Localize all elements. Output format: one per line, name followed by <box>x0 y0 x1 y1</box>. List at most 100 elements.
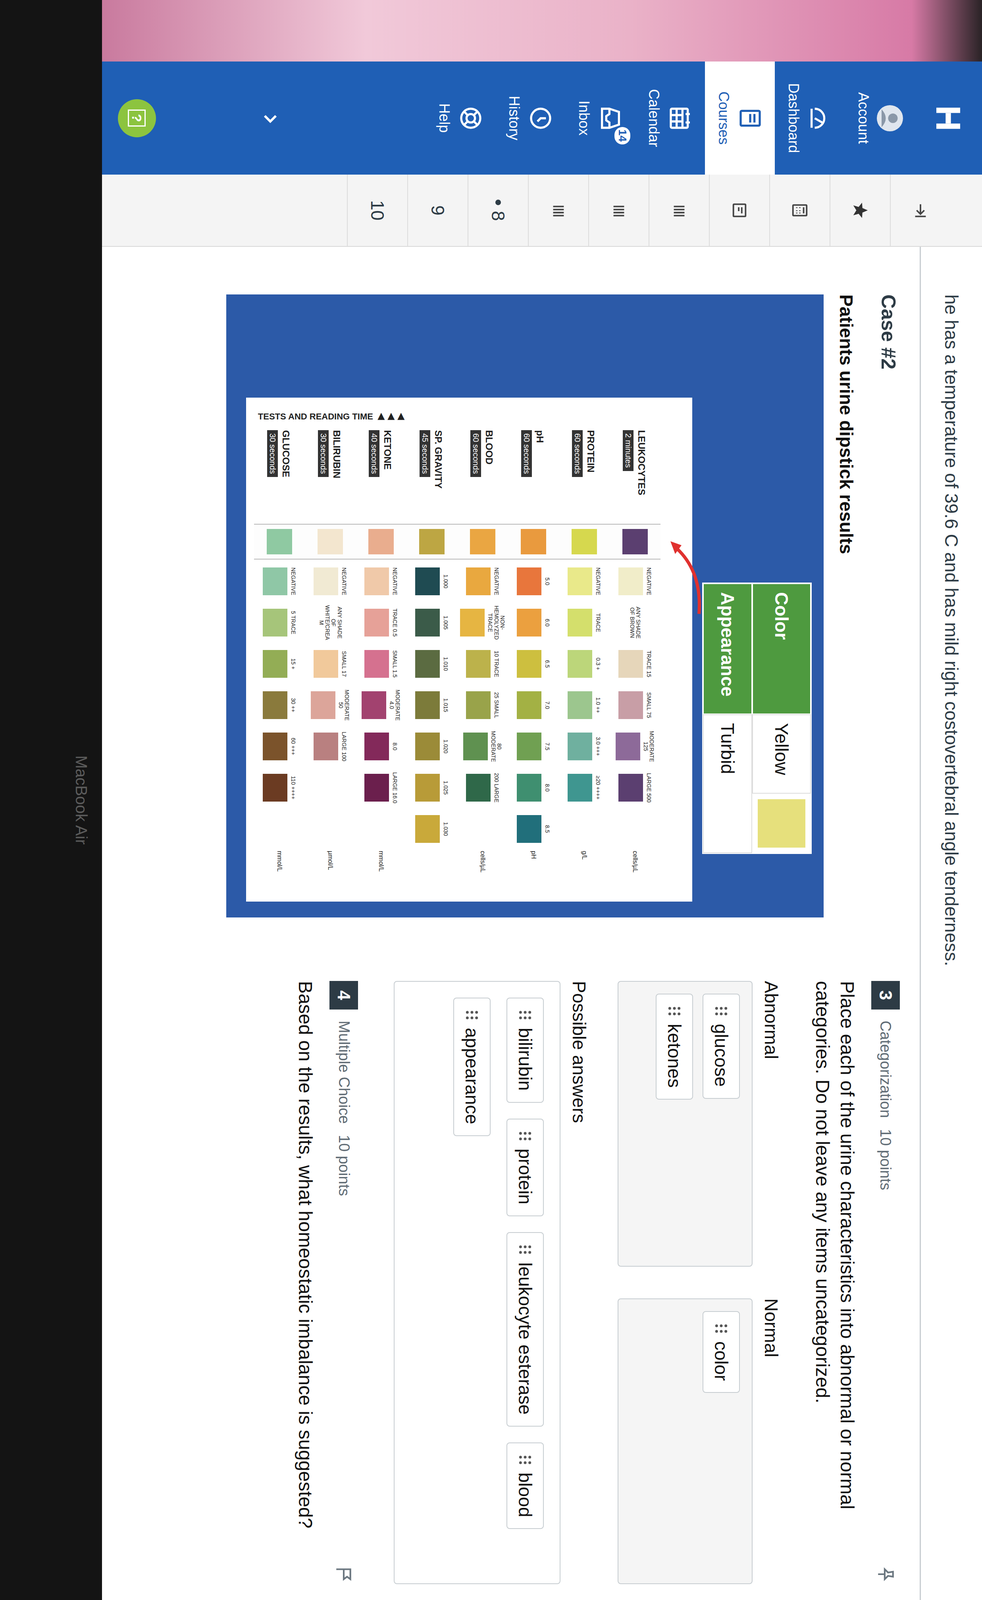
question-nav-item[interactable] <box>889 174 951 247</box>
drop-zone[interactable]: color <box>617 1298 753 1585</box>
test-label: pH 60 seconds <box>508 430 559 522</box>
reference-chip: 6.0 <box>508 603 559 643</box>
question-nav-item[interactable] <box>829 174 890 247</box>
nav-item[interactable]: Courses <box>704 61 775 175</box>
logo-icon[interactable] <box>914 61 982 175</box>
reference-chip: 5.0 <box>508 562 559 601</box>
category: Normal color <box>617 1298 782 1585</box>
pin-icon[interactable] <box>875 1564 896 1585</box>
visual-label: Appearance <box>702 583 753 715</box>
test-label: PROTEIN 60 seconds <box>558 430 610 522</box>
reference-chip: LARGE 500 <box>609 768 661 808</box>
calculator-icon <box>790 201 809 220</box>
reference-chip: 8.0 <box>355 727 407 767</box>
unit-label: pH <box>508 851 559 886</box>
test-strip-pad <box>304 523 356 560</box>
reference-chip: 60 +++ <box>254 727 305 767</box>
clock-icon <box>527 105 554 131</box>
reference-chip: SMALL 17 <box>304 644 356 684</box>
drag-handle-icon <box>517 1009 533 1021</box>
nav-item[interactable]: Help <box>425 61 496 175</box>
test-strip-pad <box>558 523 610 560</box>
question-nav-item[interactable] <box>588 174 649 247</box>
reference-chip: 0.3 + <box>558 644 610 684</box>
question-nav-item[interactable] <box>708 174 770 247</box>
case-title: Case #2 <box>876 294 900 918</box>
reference-chip: 5 TRACE <box>254 603 305 643</box>
answer-chip[interactable]: appearance <box>453 997 491 1137</box>
reference-chip: 8.0 <box>508 768 559 808</box>
drop-zone[interactable]: glucose ketones <box>617 981 753 1267</box>
answer-chip[interactable]: blood <box>506 1442 544 1530</box>
book-icon <box>737 105 763 131</box>
test-strip-pad <box>508 523 559 560</box>
reference-chip: 1.020 <box>406 727 458 767</box>
reference-chip: 7.5 <box>508 727 559 767</box>
reference-chip: NEGATIVE <box>254 562 305 601</box>
answer-pool[interactable]: bilirubin protein leukocyte esterase blo… <box>393 981 561 1585</box>
nav-item[interactable]: History <box>495 61 566 175</box>
test-label: BILIRUBIN 30 seconds <box>304 430 356 522</box>
reference-chip: 7.0 <box>508 685 559 725</box>
reference-chip: 10 TRACE <box>457 644 509 684</box>
question-nav-item[interactable]: 8 <box>467 174 528 247</box>
unit-label: cells/µL <box>609 851 661 886</box>
background-fabric <box>102 0 982 62</box>
red-arrow-icon <box>668 532 705 621</box>
flag-icon[interactable] <box>333 1564 354 1585</box>
drag-handle-icon <box>517 1454 533 1466</box>
reference-chip: SMALL 1.5 <box>355 644 407 684</box>
reference-chip: 15 + <box>254 644 305 684</box>
reference-chip: 200 LARGE <box>457 768 509 808</box>
reference-chip: ANY SHADE OF BROWN <box>609 603 661 643</box>
visual-label: Color <box>752 583 811 715</box>
chevron-icon <box>260 108 280 128</box>
question-nav-item[interactable] <box>527 174 589 247</box>
reference-chip: 1.005 <box>406 603 458 643</box>
reference-chip: 25 SMALL <box>457 685 509 725</box>
drag-handle-icon <box>713 1005 729 1017</box>
nav-item[interactable]: Account <box>844 61 915 175</box>
nav-item[interactable]: Calendar <box>635 61 705 175</box>
inbox-icon <box>597 105 624 131</box>
collapse-nav-button[interactable] <box>259 108 280 128</box>
quiz-content: he has a temperature of 39.6 C and has m… <box>102 246 982 1600</box>
help-button[interactable]: ? <box>117 99 156 138</box>
unit-label: mmol/L <box>254 851 305 886</box>
list-icon <box>609 201 628 220</box>
question-header: 3 Categorization 10 points <box>871 981 900 1585</box>
dipstick-chart: TESTS AND READING TIME ▶▶▶ LEUKOCYTES 2 … <box>246 397 693 902</box>
reference-chip: LARGE 16.0 <box>355 768 407 808</box>
nav-item[interactable]: Dashboard <box>774 61 845 175</box>
answer-chip[interactable]: color <box>702 1311 740 1394</box>
question-nav-item[interactable]: 9 <box>407 174 468 247</box>
document-icon <box>730 201 749 220</box>
list-icon <box>549 201 568 220</box>
reference-chip: NEGATIVE <box>558 562 610 601</box>
reference-chip: SMALL 75 <box>609 685 661 725</box>
answer-chip[interactable]: glucose <box>702 993 740 1100</box>
answer-chip[interactable]: bilirubin <box>506 997 544 1104</box>
question-nav-item[interactable]: 10 <box>346 174 408 247</box>
reference-chip: MODERATE 50 <box>304 685 356 725</box>
answer-chip[interactable]: protein <box>506 1118 544 1217</box>
nav-item[interactable]: 14 Inbox <box>565 61 636 175</box>
reference-chip: LARGE 100 <box>304 727 356 767</box>
reference-chip: 1.000 <box>406 562 458 601</box>
case-panel: Case #2 Patients urine dipstick results … <box>226 294 900 918</box>
answer-chip[interactable]: leukocyte esterase <box>506 1232 544 1427</box>
questions: 3 Categorization 10 points Place each of… <box>226 981 900 1585</box>
case-description: he has a temperature of 39.6 C and has m… <box>919 246 982 1600</box>
answer-chip[interactable]: ketones <box>655 993 694 1100</box>
question-nav: 8 9 10 <box>102 174 982 247</box>
question-nav-item[interactable] <box>769 174 830 247</box>
question-nav-item[interactable] <box>648 174 709 247</box>
reference-chip: 1.0 ++ <box>558 685 610 725</box>
reference-chip: NEGATIVE <box>457 562 509 601</box>
dashboard-icon <box>807 105 833 131</box>
reference-chip: ANY SHADE OF WHITE/CREAM <box>304 603 356 643</box>
photo: Account Dashboard Courses Calendar 14 In… <box>0 0 982 1600</box>
test-strip-pad <box>254 523 305 560</box>
visual-value: Turbid <box>702 714 753 854</box>
canvas-screen: Account Dashboard Courses Calendar 14 In… <box>102 61 982 1600</box>
